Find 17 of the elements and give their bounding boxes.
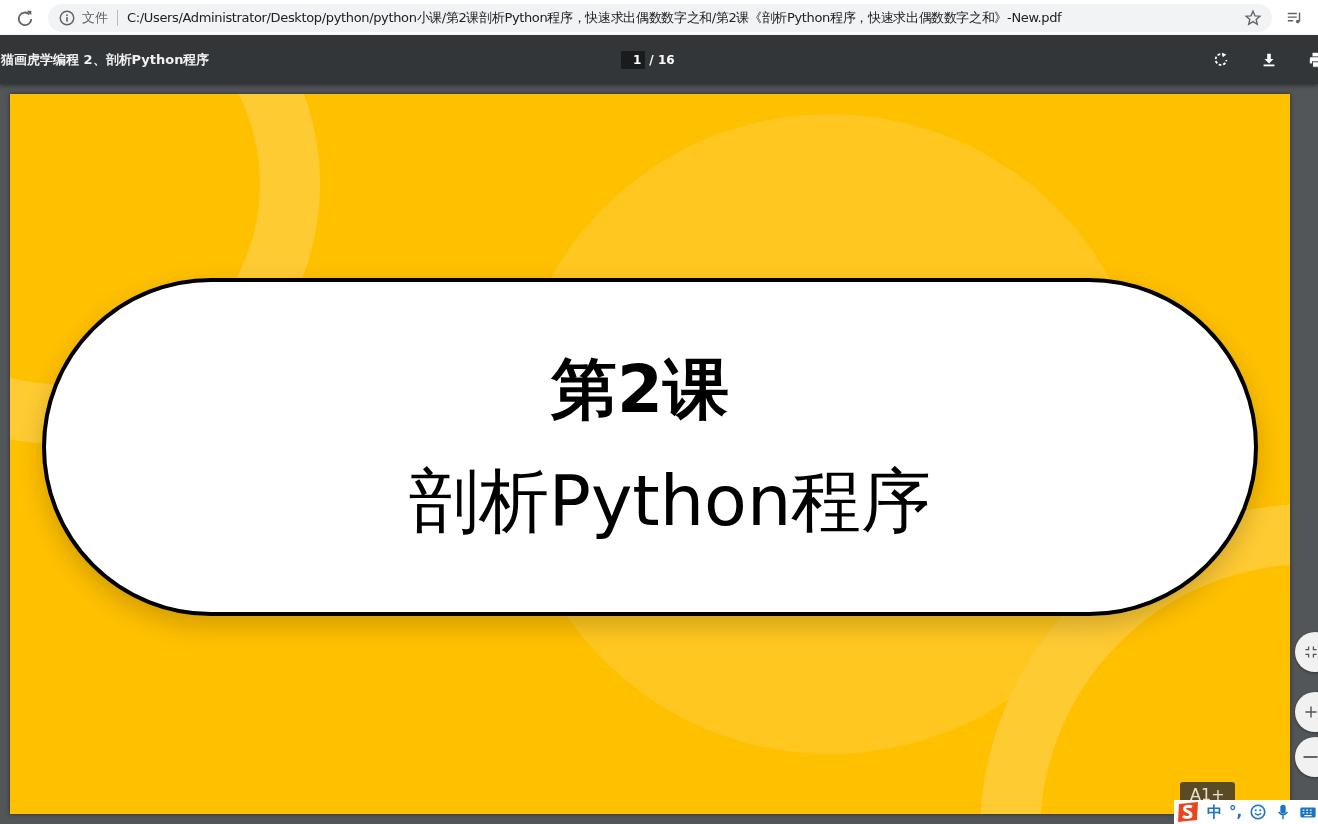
page-number-field[interactable]: 1 xyxy=(621,50,646,69)
reload-icon[interactable] xyxy=(16,8,34,27)
minus-icon xyxy=(1303,756,1318,758)
url-text[interactable]: C:/Users/Administrator/Desktop/python/python小课/第2课剖析Python程序，快速求出偶数数字之和/第2课《剖析Python程序，快速求出偶数数字之和》-New.pdf xyxy=(127,8,1238,27)
star-icon[interactable] xyxy=(1244,8,1262,27)
address-bar[interactable]: 文件 C:/Users/Administrator/Desktop/python/python小课/第2课剖析Python程序，快速求出偶数数字之和/第2课《剖析Python程序，快速求出偶数数字之和》-New.pdf xyxy=(48,3,1272,32)
plus-icon xyxy=(1303,704,1318,720)
page-count: / 16 xyxy=(649,52,675,67)
slide-title: 剖析Python程序 xyxy=(408,462,932,540)
file-label: 文件 xyxy=(82,8,108,27)
document-title: 猫画虎学编程 2、剖析Python程序 xyxy=(1,50,211,69)
ime-logo-icon[interactable] xyxy=(1176,800,1200,824)
rotate-icon[interactable] xyxy=(1212,50,1230,69)
smiley-icon[interactable] xyxy=(1249,803,1268,821)
lesson-heading: 第2课 xyxy=(551,354,729,427)
info-icon[interactable] xyxy=(58,8,76,27)
fit-page-icon xyxy=(1303,644,1318,660)
